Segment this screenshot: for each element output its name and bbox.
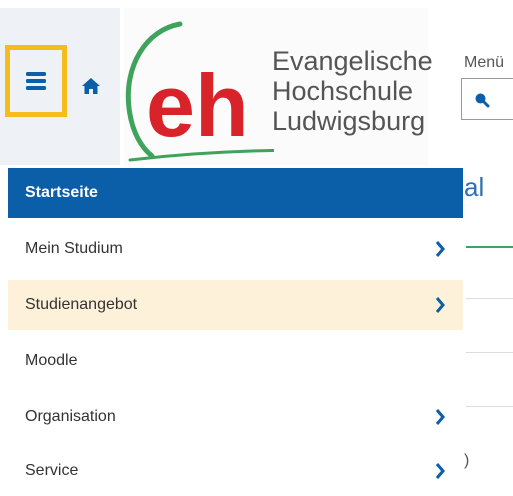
content-divider (466, 298, 513, 299)
site-header: eh Evangelische Hochschule Ludwigsburg M… (0, 0, 513, 165)
nav-item-label: Moodle (25, 352, 78, 369)
nav-item-service[interactable]: Service (8, 446, 463, 496)
nav-item-startseite[interactable]: Startseite (8, 168, 463, 218)
logo-wordmark: Evangelische Hochschule Ludwigsburg (272, 46, 433, 136)
logo-line-3: Ludwigsburg (272, 106, 426, 136)
menu-toggle-button[interactable] (5, 45, 67, 117)
nav-item-label: Startseite (25, 184, 98, 201)
search-input[interactable] (461, 78, 513, 120)
content-divider (466, 406, 513, 407)
chevron-right-icon (435, 241, 445, 257)
nav-item-label: Studienangebot (25, 296, 138, 313)
content-fragment: ) (464, 452, 470, 469)
main-nav-menu: Startseite Mein Studium Studienangebot M… (8, 168, 463, 495)
logo-line-2: Hochschule (272, 76, 414, 106)
logo-mark-text: eh (146, 56, 249, 155)
menu-hamburger-icon (26, 72, 46, 90)
chevron-right-icon (435, 297, 445, 313)
content-divider (466, 352, 513, 353)
home-button[interactable] (80, 76, 102, 96)
nav-item-label: Service (25, 462, 79, 479)
page-content-background (464, 165, 513, 495)
page-title-fragment: al (464, 172, 485, 202)
search-icon (475, 93, 490, 108)
nav-item-moodle[interactable]: Moodle (8, 336, 463, 386)
title-underline (466, 246, 513, 248)
university-logo[interactable]: eh Evangelische Hochschule Ludwigsburg (124, 8, 433, 165)
chevron-right-icon (435, 463, 445, 479)
nav-item-label: Mein Studium (25, 240, 123, 257)
chevron-right-icon (435, 409, 445, 425)
home-icon (82, 78, 100, 94)
nav-item-mein-studium[interactable]: Mein Studium (8, 224, 463, 274)
nav-item-organisation[interactable]: Organisation (8, 392, 463, 442)
search-label: Menü (464, 54, 505, 71)
nav-item-studienangebot[interactable]: Studienangebot (8, 280, 463, 330)
logo-line-1: Evangelische (272, 46, 433, 76)
eh-logo-mark: eh (125, 21, 274, 162)
nav-item-label: Organisation (25, 408, 116, 425)
